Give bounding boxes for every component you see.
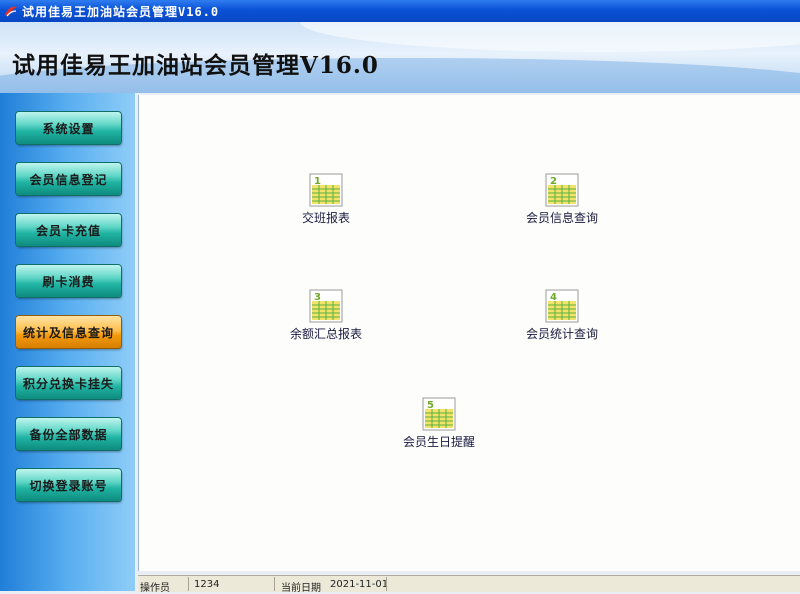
title-bar: 试用佳易王加油站会员管理V16.0 xyxy=(0,0,800,22)
nav-card-recharge-button[interactable]: 会员卡充值 xyxy=(16,214,121,246)
report-label: 会员信息查询 xyxy=(525,211,598,225)
report-label: 会员统计查询 xyxy=(525,327,598,341)
nav-statistics-query-button[interactable]: 统计及信息查询 xyxy=(16,316,121,348)
report-number: 4 xyxy=(550,292,557,303)
report-member-info[interactable]: 2 会员信息查询 xyxy=(502,173,622,226)
spreadsheet-icon: 4 xyxy=(545,289,579,323)
report-balance-summary[interactable]: 3 余额汇总报表 xyxy=(266,289,386,342)
report-label: 交班报表 xyxy=(301,211,350,225)
spreadsheet-icon: 5 xyxy=(422,397,456,431)
report-shift[interactable]: 1 交班报表 xyxy=(266,173,386,226)
report-label: 余额汇总报表 xyxy=(289,327,362,341)
main-panel: 1 交班报表 2 会员信息查询 3 余额汇总报表 4 会员统计查询 5 会员生日… xyxy=(138,95,800,571)
report-number: 3 xyxy=(314,292,321,303)
status-bar: 操作员 1234 当前日期 2021-11-01 xyxy=(138,575,800,594)
report-label: 会员生日提醒 xyxy=(402,435,475,449)
nav-backup-data-button[interactable]: 备份全部数据 xyxy=(16,418,121,450)
spreadsheet-icon: 2 xyxy=(545,173,579,207)
spreadsheet-icon: 1 xyxy=(309,173,343,207)
nav-switch-account-button[interactable]: 切换登录账号 xyxy=(16,469,121,501)
nav-card-consume-button[interactable]: 刷卡消费 xyxy=(16,265,121,297)
app-heading: 试用佳易王加油站会员管理V16.0 xyxy=(12,52,379,79)
operator-value: 1234 xyxy=(194,579,220,590)
report-number: 5 xyxy=(427,400,434,411)
app-logo-icon xyxy=(5,6,17,17)
header-banner: 试用佳易王加油站会员管理V16.0 xyxy=(0,22,800,93)
report-member-statistics[interactable]: 4 会员统计查询 xyxy=(502,289,622,342)
report-number: 1 xyxy=(314,176,321,187)
operator-label: 操作员 xyxy=(140,583,170,594)
report-number: 2 xyxy=(550,176,557,187)
sidebar: 系统设置 会员信息登记 会员卡充值 刷卡消费 统计及信息查询 积分兑换卡挂失 备… xyxy=(0,93,135,591)
date-value: 2021-11-01 xyxy=(330,579,389,590)
nav-member-register-button[interactable]: 会员信息登记 xyxy=(16,163,121,195)
window-title: 试用佳易王加油站会员管理V16.0 xyxy=(22,5,220,19)
nav-points-lost-card-button[interactable]: 积分兑换卡挂失 xyxy=(16,367,121,399)
spreadsheet-icon: 3 xyxy=(309,289,343,323)
nav-system-settings-button[interactable]: 系统设置 xyxy=(16,112,121,144)
date-label: 当前日期 xyxy=(281,583,321,594)
report-birthday-reminder[interactable]: 5 会员生日提醒 xyxy=(379,397,499,450)
